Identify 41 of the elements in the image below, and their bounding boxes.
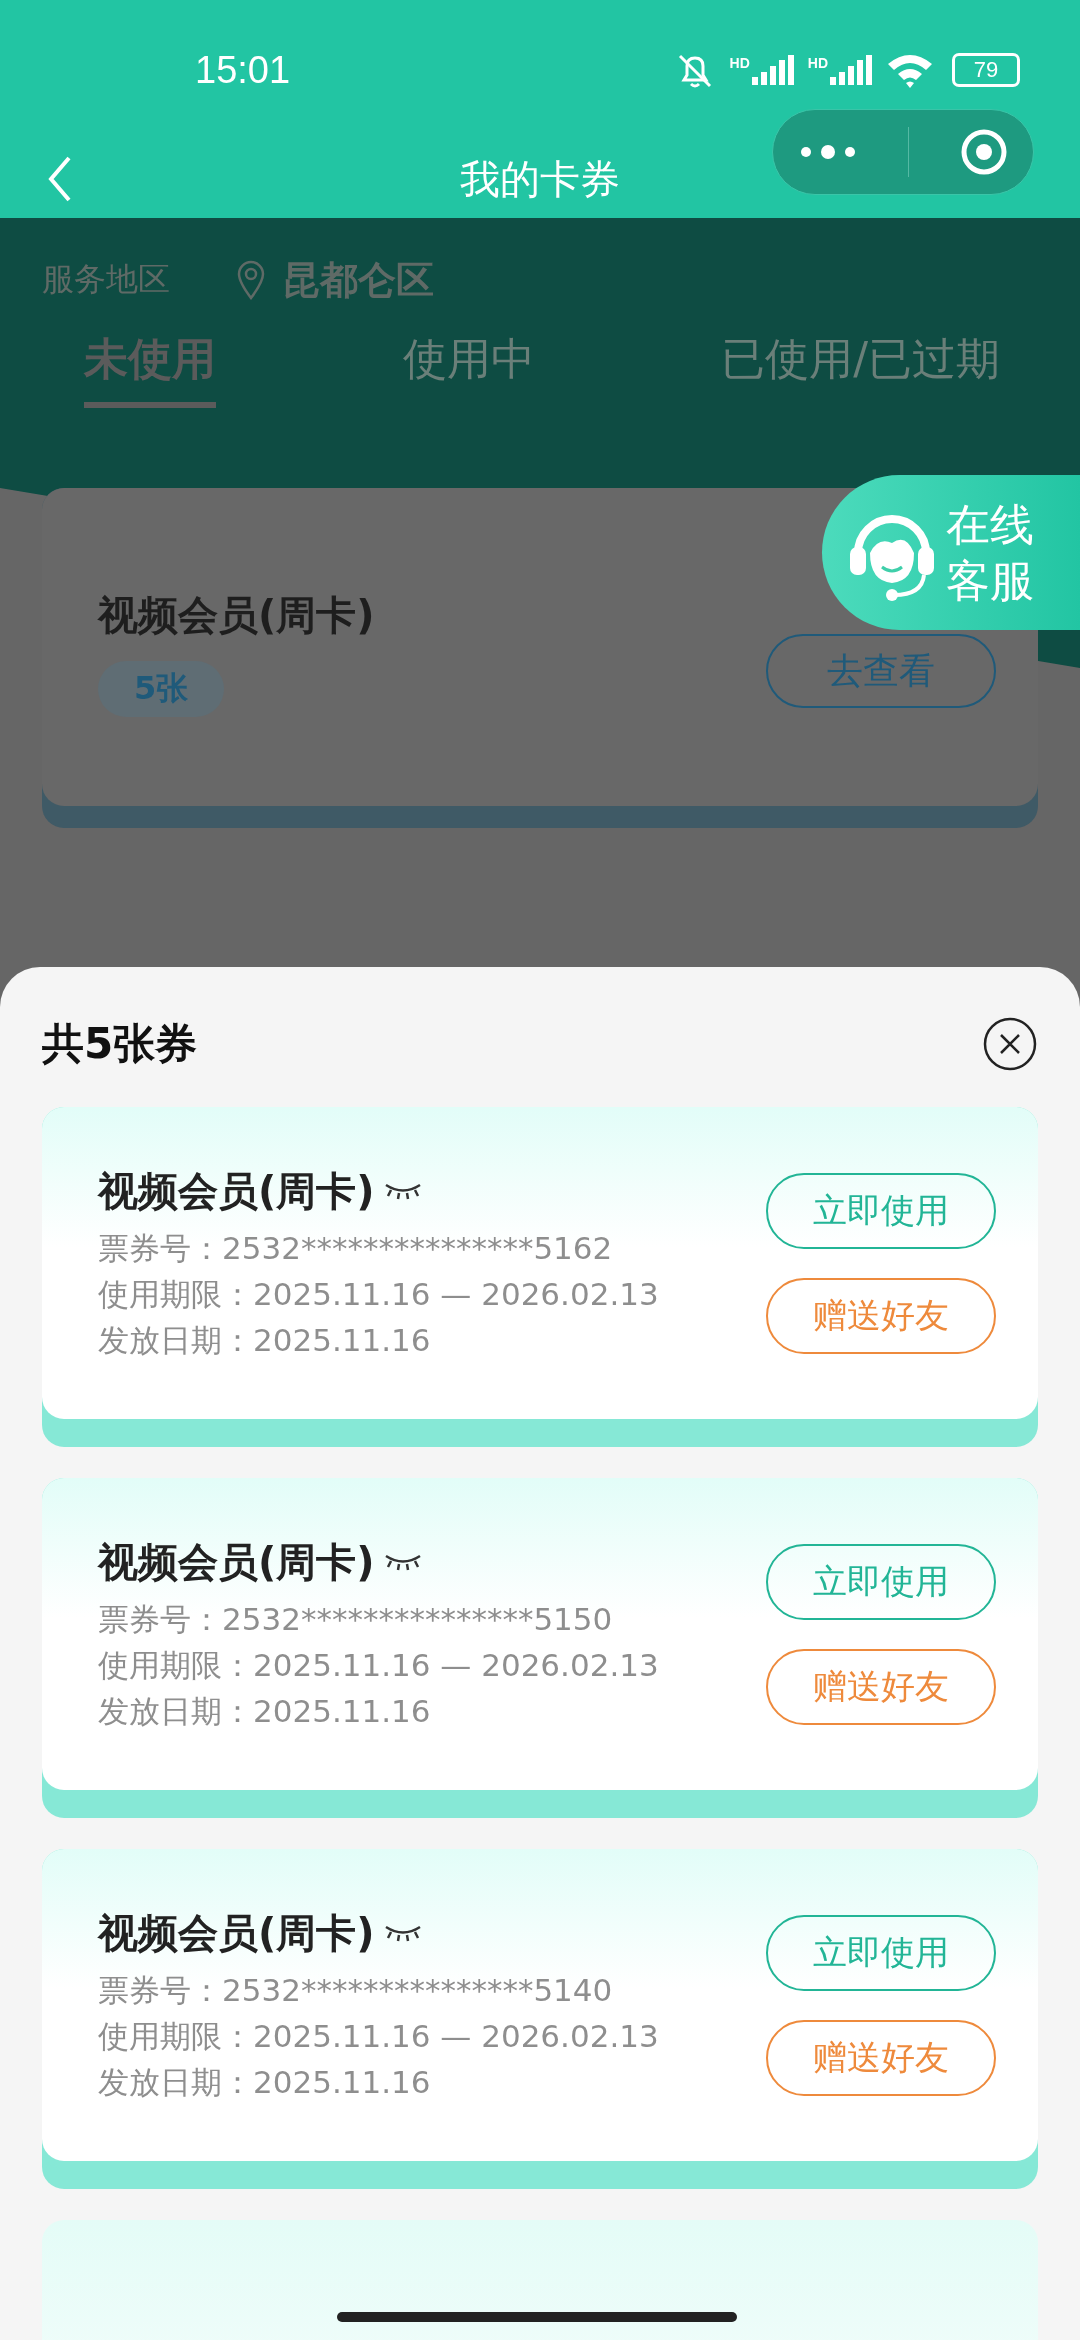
issue-date: 发放日期：2025.11.16: [98, 1691, 432, 1731]
view-button[interactable]: 去查看: [766, 634, 996, 708]
tab[interactable]: 已使用/已过期: [721, 330, 1000, 408]
use-now-button[interactable]: 立即使用: [766, 1543, 996, 1620]
coupon-title: 视频会员(周卡): [98, 1908, 375, 1958]
coupon-number: 票券号：2532***************5150: [98, 1599, 614, 1639]
coupon-number: 票券号：2532***************5162: [98, 1228, 614, 1268]
use-now-button[interactable]: 立即使用: [766, 1172, 996, 1249]
hd-label: HD: [729, 55, 750, 71]
battery-icon: 79: [952, 53, 1020, 87]
close-circle-icon[interactable]: [959, 128, 1008, 176]
page-title: 我的卡券: [460, 154, 620, 204]
issue-date: 发放日期：2025.11.16: [98, 2062, 432, 2102]
coupon-title: 视频会员(周卡): [98, 1166, 375, 1216]
gift-button[interactable]: 赠送好友: [766, 1277, 996, 1354]
wifi-icon: [886, 52, 934, 88]
use-now-button[interactable]: 立即使用: [766, 1914, 996, 1991]
gift-button[interactable]: 赠送好友: [766, 1648, 996, 1725]
status-time: 15:01: [195, 48, 291, 92]
validity-period: 使用期限：2025.11.16 — 2026.02.13: [98, 1645, 659, 1685]
coupon-title: 视频会员(周卡): [98, 591, 375, 640]
tab[interactable]: 未使用: [84, 330, 216, 408]
support-label: 在线: [946, 497, 1034, 552]
location-pin-icon: [236, 260, 266, 300]
signal-icon: [751, 55, 796, 85]
issue-date: 发放日期：2025.11.16: [98, 1320, 432, 1360]
validity-period: 使用期限：2025.11.16 — 2026.02.13: [98, 1274, 659, 1314]
region-value[interactable]: 昆都仑区: [282, 254, 434, 306]
tab[interactable]: 使用中: [402, 330, 535, 408]
close-icon[interactable]: [982, 1016, 1038, 1072]
validity-period: 使用期限：2025.11.16 — 2026.02.13: [98, 2016, 659, 2056]
coupon-title: 视频会员(周卡): [98, 1537, 375, 1587]
count-badge: 5张: [98, 661, 225, 717]
online-support-button[interactable]: 在线 客服: [822, 475, 1080, 630]
hd-label: HD: [807, 55, 828, 71]
support-label: 客服: [946, 553, 1034, 608]
coupon-number: 票券号：2532***************5140: [98, 1970, 614, 2010]
gift-button[interactable]: 赠送好友: [766, 2019, 996, 2096]
signal-icon: [830, 55, 874, 85]
region-label: 服务地区: [42, 259, 170, 300]
sheet-title: 共5张券: [42, 1018, 198, 1070]
